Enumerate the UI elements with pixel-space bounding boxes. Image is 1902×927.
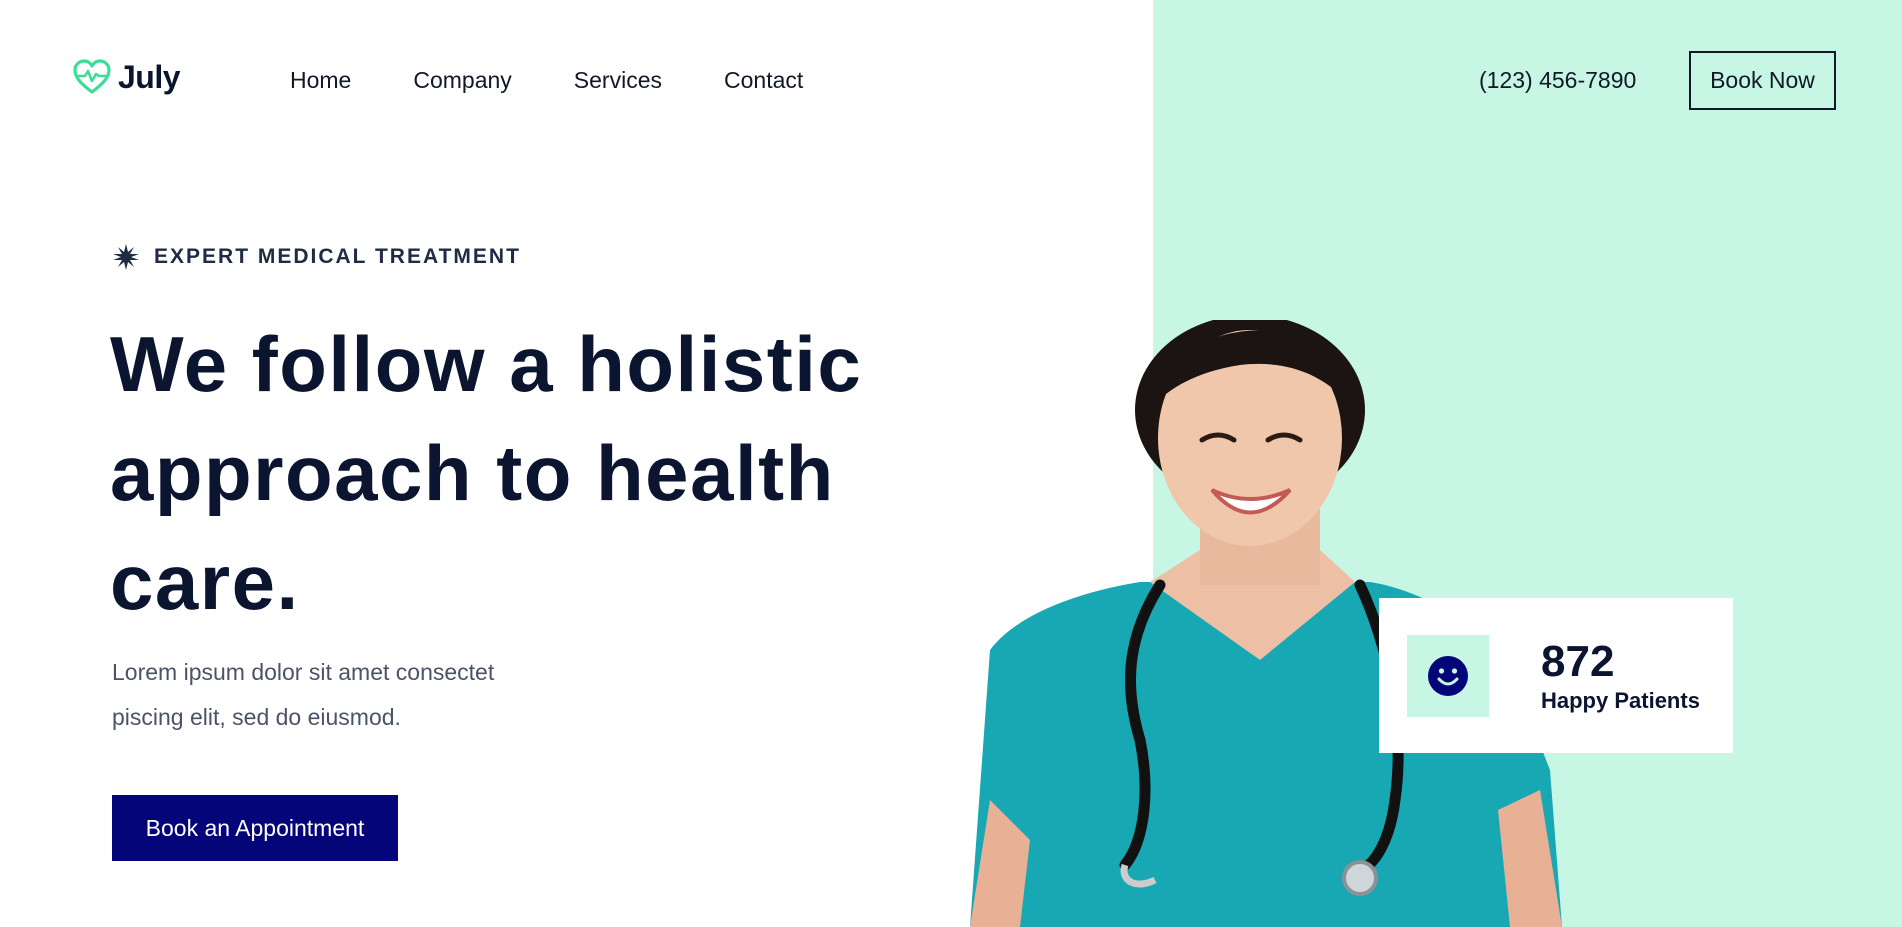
- main-nav: Home Company Services Contact: [290, 66, 865, 94]
- hero-headline: We follow a holistic approach to health …: [110, 320, 863, 626]
- book-now-button[interactable]: Book Now: [1689, 51, 1836, 110]
- starburst-icon: [113, 244, 139, 270]
- eyebrow-text: EXPERT MEDICAL TREATMENT: [154, 245, 521, 268]
- hero-eyebrow: EXPERT MEDICAL TREATMENT: [112, 243, 521, 271]
- nav-item-home[interactable]: Home: [290, 66, 351, 94]
- stat-value: 872: [1541, 637, 1615, 686]
- heart-pulse-icon: [73, 59, 111, 94]
- brand-logo[interactable]: July: [72, 58, 181, 96]
- stat-icon-box: [1407, 635, 1489, 717]
- stat-label: Happy Patients: [1541, 688, 1700, 713]
- happy-patients-card: 872 Happy Patients: [1379, 598, 1733, 753]
- nav-item-company[interactable]: Company: [413, 66, 511, 94]
- hero-lead: Lorem ipsum dolor sit amet consectet pis…: [112, 659, 495, 730]
- brand-name: July: [118, 58, 181, 95]
- book-appointment-button[interactable]: Book an Appointment: [112, 795, 398, 861]
- nav-item-contact[interactable]: Contact: [724, 66, 803, 94]
- nav-item-services[interactable]: Services: [574, 66, 662, 94]
- smile-icon: [1428, 656, 1468, 696]
- phone-number[interactable]: (123) 456-7890: [1479, 66, 1636, 94]
